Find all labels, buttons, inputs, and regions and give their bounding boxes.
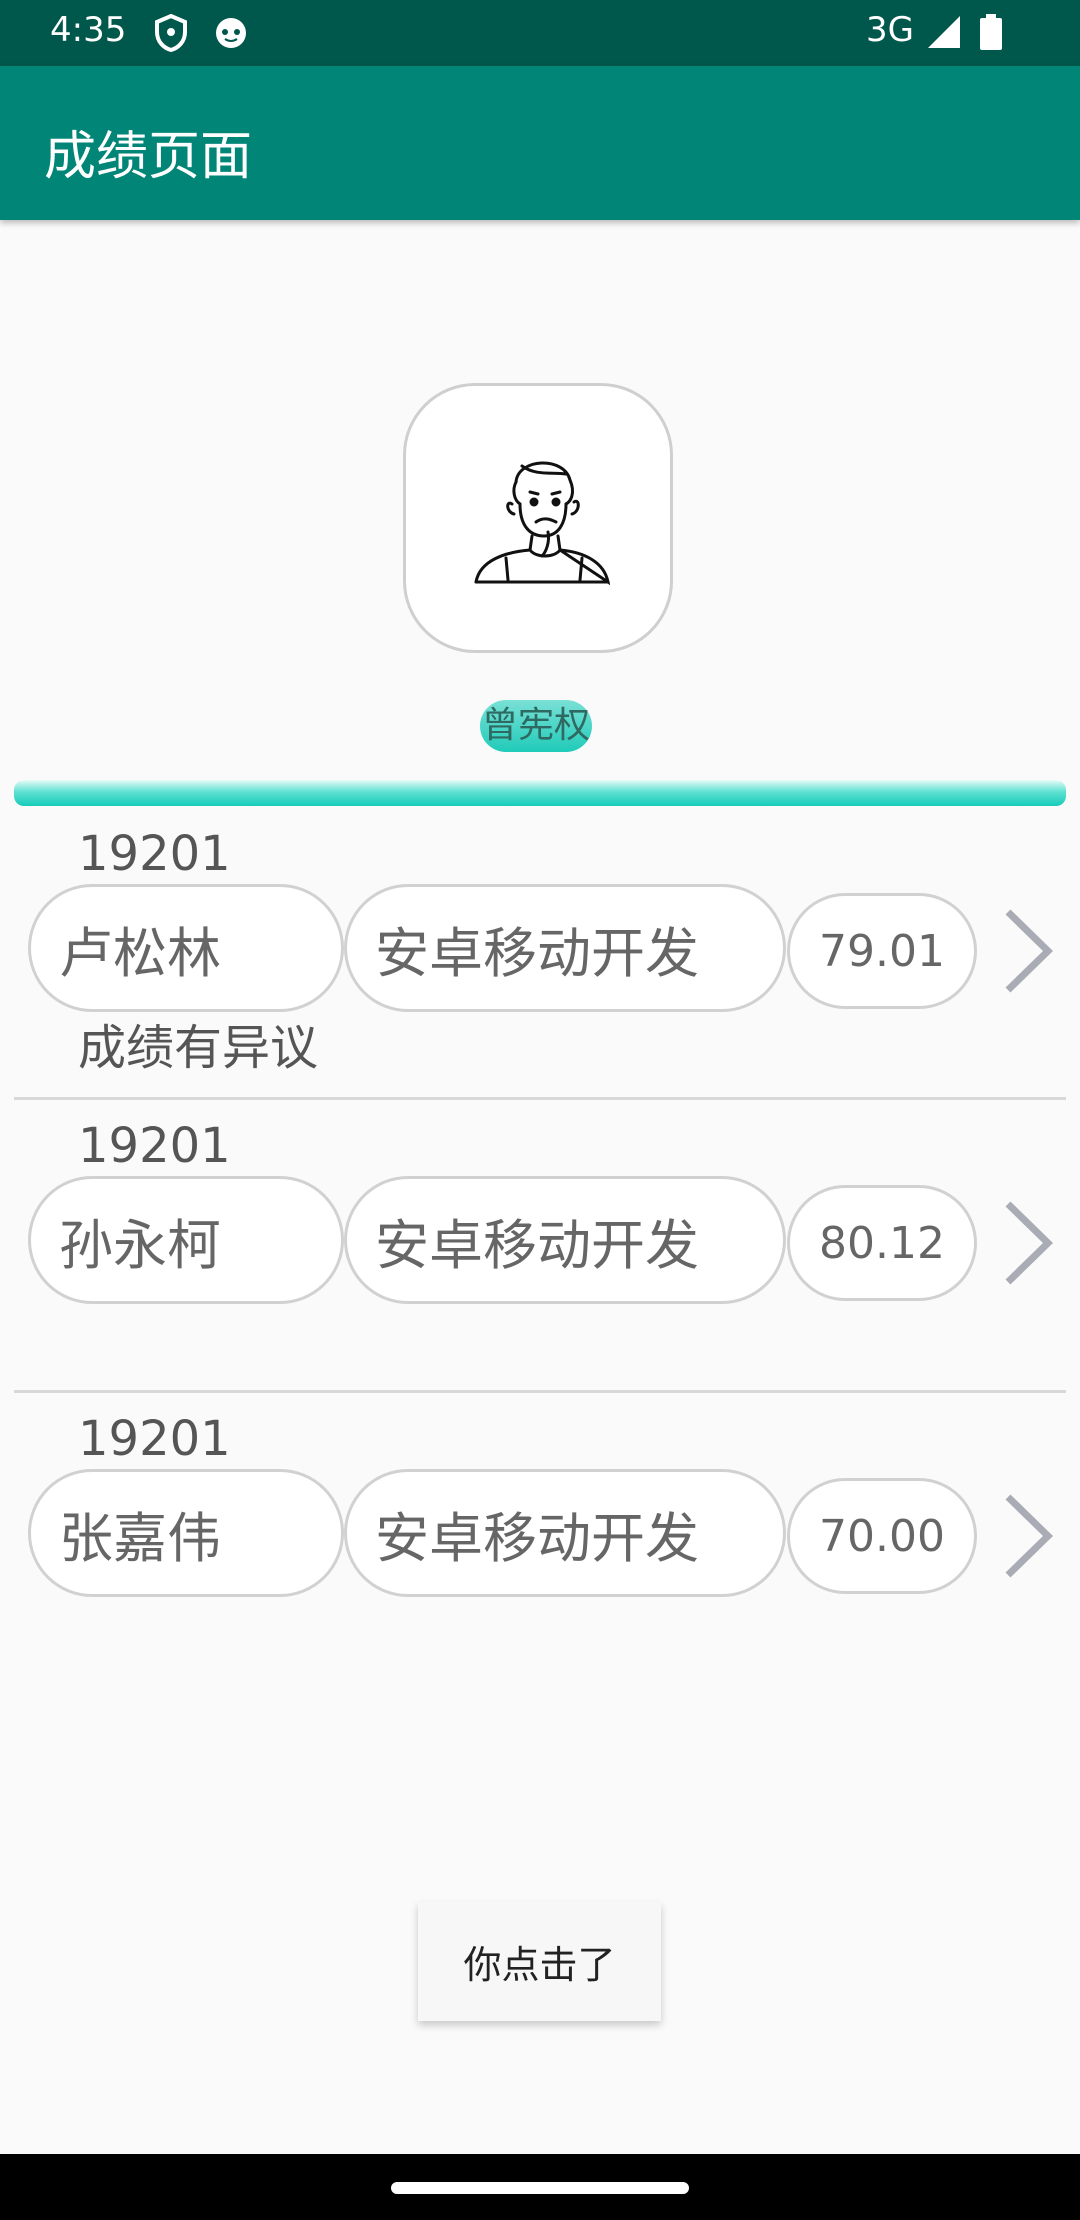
course-name: 安卓移动开发	[344, 884, 786, 1012]
course-code: 19201	[78, 1118, 231, 1174]
status-time: 4:35	[50, 10, 127, 50]
row-divider	[14, 1390, 1066, 1393]
toast-message: 你点击了	[418, 1902, 661, 2021]
status-bar: 4:35 3G	[0, 0, 1080, 66]
navigation-bar	[0, 2154, 1080, 2220]
shield-icon	[155, 13, 187, 56]
network-type: 3G	[866, 10, 914, 50]
chevron-right-icon[interactable]	[1000, 906, 1056, 1000]
avatar[interactable]	[403, 383, 673, 653]
course-name: 安卓移动开发	[344, 1469, 786, 1597]
accent-divider	[14, 780, 1066, 806]
student-name: 张嘉伟	[28, 1469, 344, 1597]
score-value: 70.00	[787, 1478, 977, 1594]
remark-text: 成绩有异议	[78, 1020, 319, 1076]
app-bar: 成绩页面	[0, 66, 1080, 220]
page-title: 成绩页面	[44, 127, 253, 187]
home-handle[interactable]	[391, 2182, 689, 2194]
signal-icon	[926, 14, 962, 54]
user-name-label: 曾宪权	[480, 700, 593, 752]
cat-icon	[213, 14, 249, 54]
student-name: 卢松林	[28, 884, 344, 1012]
course-code: 19201	[78, 826, 231, 882]
chevron-right-icon[interactable]	[1000, 1491, 1056, 1585]
row-divider	[14, 1097, 1066, 1100]
student-name: 孙永柯	[28, 1176, 344, 1304]
score-value: 80.12	[787, 1185, 977, 1301]
chevron-right-icon[interactable]	[1000, 1198, 1056, 1292]
score-value: 79.01	[787, 893, 977, 1009]
battery-icon	[980, 14, 1002, 54]
person-illustration-icon	[474, 461, 611, 586]
course-name: 安卓移动开发	[344, 1176, 786, 1304]
course-code: 19201	[78, 1411, 231, 1467]
